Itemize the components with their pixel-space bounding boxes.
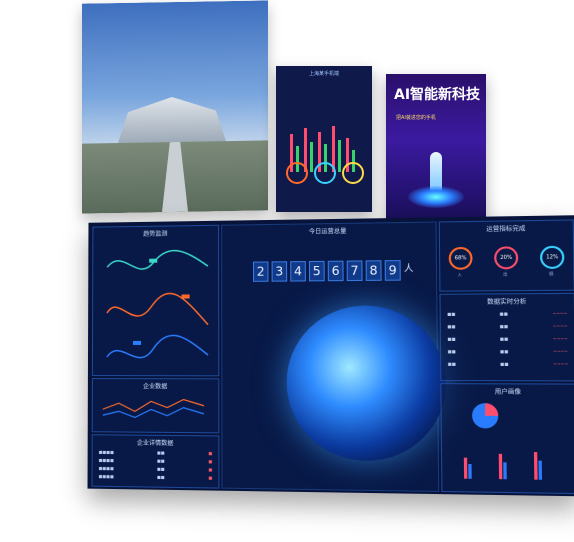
globe-graphic: [286, 305, 447, 462]
counter-digit: 5: [308, 260, 325, 282]
big-screen-dashboard: 趋势监测 企业数据 企业详情数据 ■■■■ ■■ ■ ■■■■ ■■ ■ ■■■■ ■■ ■…: [87, 215, 574, 497]
table-row: ■■ ■■ ~~~~: [447, 336, 568, 342]
counter-digit: 7: [346, 260, 363, 282]
table-row: ■■ ■■ ~~~~: [447, 348, 568, 354]
gauge-label: 入: [457, 271, 462, 278]
trend-marker: [133, 340, 142, 345]
profile-bar: [498, 453, 503, 480]
enterprise-line-chart: [93, 387, 219, 432]
profile-bar: [503, 462, 507, 480]
trend-marker: [149, 258, 158, 263]
counter-digit: 2: [252, 261, 269, 282]
trend-line-2: [107, 293, 208, 325]
center-panel: 今日运营总量 2 3 4 5 6 7 8 9 人: [221, 221, 447, 492]
phone-bar: [338, 140, 341, 172]
poster-subtitle: 把AI装进您的手机: [396, 115, 436, 121]
indicator-title: 运营指标完成: [486, 225, 526, 234]
phone-ring: [286, 162, 308, 184]
counter-unit: 人: [403, 264, 414, 275]
gauge-label: 出: [503, 271, 508, 277]
profile-bar: [468, 463, 472, 479]
table-row: ■■■■ ■■ ■: [98, 473, 213, 481]
enterprise-line-2: [103, 407, 204, 418]
phone-bar: [310, 142, 313, 172]
profile-bar: [463, 457, 468, 479]
gauge: 68%: [448, 246, 473, 270]
phone-ring: [342, 162, 364, 184]
counter-title: 今日运营总量: [308, 227, 347, 236]
user-profile-charts: [463, 403, 543, 480]
counter-digit: 4: [290, 261, 306, 282]
poster-headline: AI智能新科技: [394, 87, 481, 103]
profile-bar: [533, 452, 538, 480]
counter-digit: 8: [365, 260, 382, 281]
trend-marker: [181, 294, 190, 299]
counter-digit: 9: [384, 260, 401, 281]
pie-slice: [485, 403, 499, 416]
profile-bar: [538, 460, 543, 480]
enterprise-detail-panel: 企业详情数据 ■■■■ ■■ ■ ■■■■ ■■ ■ ■■■■ ■■ ■ ■■■■ ■■ ■: [91, 434, 220, 489]
realtime-panel: 数据实时分析 ■■ ■■ ~~~~ ■■ ■■ ~~~~ ■■ ■■ ~~~~ ■■ ■■ ~~…: [439, 292, 574, 382]
trend-line-3: [107, 335, 208, 357]
trend-line-1: [107, 250, 208, 269]
table-row: ■■ ■■ ~~~~: [447, 361, 569, 367]
phone-ring: [314, 162, 336, 184]
enterprise-detail-title: 企业详情数据: [136, 439, 174, 448]
enterprise-data-panel: 企业数据: [91, 378, 220, 434]
gauge-label: 损: [549, 270, 554, 277]
table-row: ■■ ■■ ~~~~: [447, 323, 568, 329]
user-profile-panel: 用户画像: [440, 383, 574, 495]
indicator-panel: 运营指标完成 68% 20% 12% 入 出 损: [438, 219, 574, 292]
gauge: 12%: [539, 245, 565, 269]
counter-digits: 2 3 4 5 6 7 8 9 人: [252, 260, 414, 282]
trend-charts: [93, 236, 218, 378]
gauge: 20%: [494, 246, 519, 270]
counter-digit: 6: [327, 260, 344, 282]
building-photo: [82, 0, 268, 214]
mobile-dashboard-preview: 上海某手机端: [276, 66, 372, 212]
phone-title: 上海某手机端: [308, 71, 339, 77]
counter-digit: 3: [271, 261, 288, 282]
platform-glow: [408, 186, 464, 208]
ai-poster: AI智能新科技 把AI装进您的手机: [386, 74, 486, 220]
realtime-title: 数据实时分析: [487, 298, 527, 306]
table-row: ■■ ■■ ~~~~: [447, 310, 568, 317]
trend-panel: 趋势监测: [91, 224, 220, 378]
